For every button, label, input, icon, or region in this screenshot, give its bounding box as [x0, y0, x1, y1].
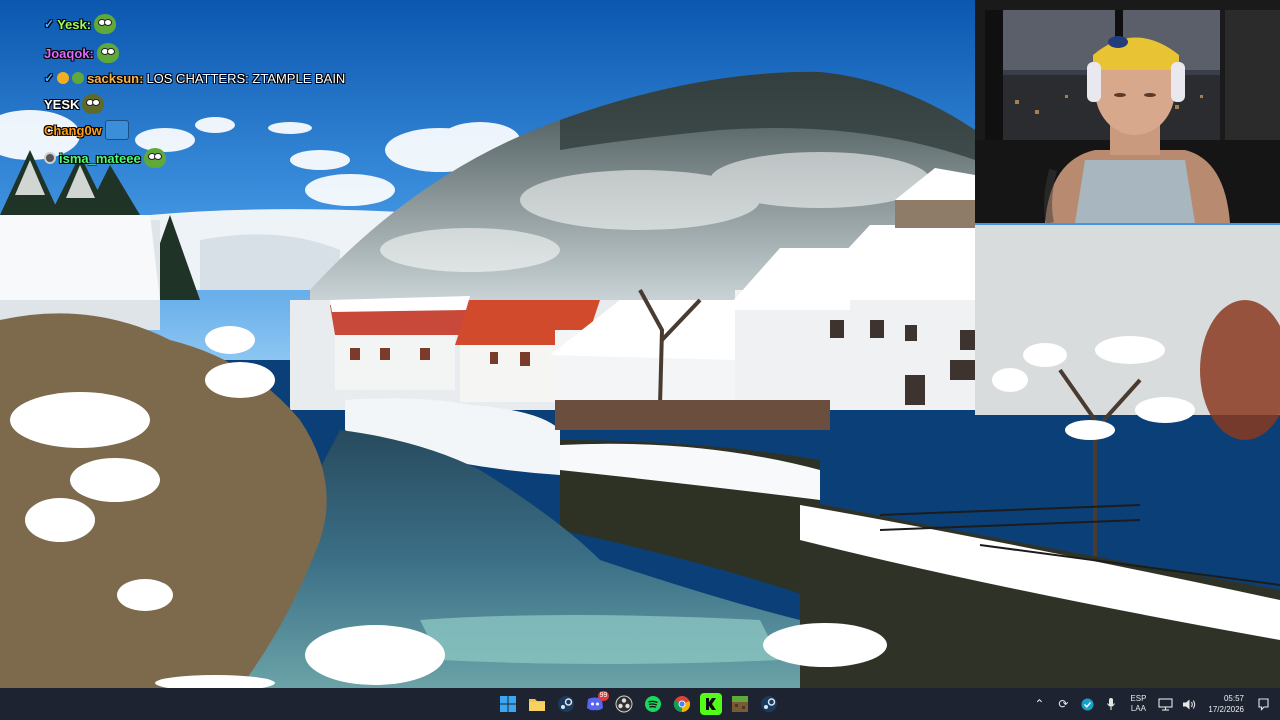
- obs-icon[interactable]: [613, 693, 635, 715]
- windows-taskbar: 99 ⌃ ⟳ ESP LAA 05:57 17/2/2026: [0, 688, 1280, 720]
- file-explorer-icon[interactable]: [526, 693, 548, 715]
- chat-username: sacksun:: [87, 70, 144, 86]
- chat-line: Joaqok:: [44, 42, 119, 64]
- chrome-icon[interactable]: [671, 693, 693, 715]
- chat-line: Chang0w: [44, 119, 129, 141]
- microphone-icon[interactable]: [1102, 695, 1120, 713]
- chat-username: isma_mateee: [59, 150, 141, 166]
- spotify-icon[interactable]: [642, 693, 664, 715]
- security-icon[interactable]: [1078, 695, 1096, 713]
- chat-username: YESK: [44, 96, 80, 112]
- frog-emote-icon: [94, 14, 117, 34]
- chat-username: Joaqok:: [44, 45, 94, 61]
- steam-icon-2[interactable]: [758, 693, 780, 715]
- volume-icon[interactable]: [1180, 695, 1198, 713]
- chat-username: Yesk:: [57, 16, 92, 32]
- discord-notification-badge: 99: [598, 691, 609, 701]
- sub-badge-icon: [57, 72, 70, 84]
- network-icon[interactable]: [1156, 695, 1174, 713]
- language-indicator[interactable]: ESP LAA: [1126, 694, 1150, 714]
- verified-badge-icon: ✓: [44, 17, 55, 31]
- chat-message: LOS CHATTERS: ZTAMPLE BAIN: [146, 70, 346, 86]
- frog-emote-icon: [96, 43, 119, 63]
- clock[interactable]: 05:57 17/2/2026: [1204, 693, 1248, 715]
- verified-badge-icon: ✓: [44, 71, 55, 85]
- frog-badge-icon: [72, 72, 85, 84]
- chat-line: ✓ sacksun: LOS CHATTERS: ZTAMPLE BAIN: [44, 67, 345, 89]
- frog-emote-icon: [143, 148, 166, 168]
- kick-icon[interactable]: [700, 693, 722, 715]
- box-emote-icon: [104, 120, 129, 140]
- webcam-overlay: [975, 0, 1280, 223]
- chat-line: YESK: [44, 93, 105, 115]
- taskbar-apps: 99: [497, 688, 780, 720]
- chevron-up-icon[interactable]: ⌃: [1030, 695, 1048, 713]
- clock-date: 17/2/2026: [1208, 705, 1244, 714]
- webcam-feed: [975, 0, 1280, 223]
- chat-username: Chang0w: [44, 122, 102, 138]
- discord-icon[interactable]: 99: [584, 691, 609, 715]
- frog-emote-icon: [82, 94, 105, 114]
- ring-badge-icon: [44, 152, 56, 164]
- sync-icon[interactable]: ⟳: [1054, 695, 1072, 713]
- language-code: ESP: [1130, 694, 1147, 703]
- clock-time: 05:57: [1223, 694, 1244, 703]
- start-icon[interactable]: [497, 693, 519, 715]
- notification-icon[interactable]: [1254, 695, 1272, 713]
- chat-line: ✓ Yesk:: [44, 13, 117, 35]
- minecraft-icon[interactable]: [729, 693, 751, 715]
- keyboard-layout: LAA: [1130, 704, 1146, 713]
- chat-line: isma_mateee: [44, 147, 166, 169]
- steam-icon[interactable]: [555, 693, 577, 715]
- system-tray: ⌃ ⟳ ESP LAA 05:57 17/2/2026: [1030, 688, 1280, 720]
